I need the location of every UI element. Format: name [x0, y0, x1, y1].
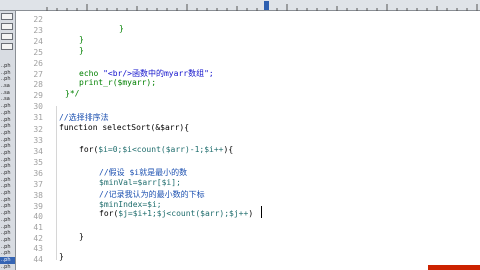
code-token: for( [79, 145, 99, 154]
line-number: 27 [33, 70, 43, 79]
sidebar-file-item[interactable]: ..ph [0, 203, 15, 210]
sidebar-button[interactable] [1, 43, 13, 50]
sidebar-button[interactable] [1, 13, 13, 20]
code-line: for($i=0;$i<count($arr)-1;$i++){ [79, 145, 233, 154]
code-token: $i=0;$i<count($arr)-1;$i++ [98, 145, 224, 154]
line-number: 43 [33, 244, 43, 253]
code-comment: //记录我认为的最小数的下标 [99, 190, 205, 199]
sidebar-file-item[interactable]: ..sa [0, 83, 15, 90]
line-number: 41 [33, 223, 43, 232]
sidebar-file-item[interactable]: ..ph [0, 230, 15, 237]
sidebar-file-item[interactable]: ..ph [0, 224, 15, 231]
sidebar-file-item[interactable]: ..ph [0, 177, 15, 184]
sidebar-file-item[interactable]: ..ph [0, 256, 15, 264]
line-number: 29 [33, 91, 43, 100]
sidebar-file-item[interactable]: ..ph [0, 170, 15, 177]
code-line: } [79, 46, 84, 55]
code-line: $minIndex=$i; [99, 200, 162, 209]
sidebar-file-item[interactable]: ..ph [0, 150, 15, 157]
line-number: 28 [33, 80, 43, 89]
code-line: } [79, 35, 84, 44]
line-number: 35 [33, 158, 43, 167]
sidebar-file-item[interactable]: ..ph [0, 237, 15, 244]
line-number: 26 [33, 59, 43, 68]
sidebar-file-item[interactable]: ..ph [0, 217, 15, 224]
code-token: echo [79, 69, 104, 78]
sidebar-file-item[interactable]: ..ph [0, 183, 15, 190]
code-line: } [59, 252, 64, 261]
code-line: } [119, 24, 124, 33]
code-token: ) [248, 209, 254, 218]
line-number: 40 [33, 212, 43, 221]
text-cursor [261, 206, 262, 218]
code-line: } [79, 232, 84, 241]
subtitle-bar [428, 265, 480, 270]
code-line: function selectSort(&$arr){ [59, 123, 190, 132]
sidebar-file-item[interactable]: ..ph [0, 157, 15, 164]
sidebar-file-item[interactable]: ..ph [0, 244, 15, 251]
code-token: ){ [223, 145, 234, 154]
ruler [0, 0, 480, 11]
sidebar-file-item[interactable]: ..ph [0, 76, 15, 83]
sidebar-file-item[interactable]: ..ph [0, 70, 15, 77]
sidebar-file-item[interactable]: ..ph [0, 143, 15, 150]
code-line: print_r($myarr); [79, 78, 157, 87]
line-number: 32 [33, 125, 43, 134]
sidebar-file-item[interactable]: ..ph [0, 210, 15, 217]
sidebar-file-item[interactable]: ..ph [0, 117, 15, 124]
sidebar-file-item[interactable]: ..ph [0, 137, 15, 144]
code-comment: //选择排序法 [59, 113, 109, 122]
line-number: 31 [33, 113, 43, 122]
code-line: for($j=$i+1;$j<count($arr);$j++) [99, 209, 253, 218]
code-editor[interactable]: } } } echo "<br/>函数中的myarr数组"; print_r($… [46, 11, 480, 270]
sidebar-button[interactable] [1, 23, 13, 30]
line-number: 36 [33, 169, 43, 178]
line-number-gutter: 22 23 24 25 26 27 28 29 30 31 32 33 34 35 36 37 38 39 40 41… [16, 11, 57, 270]
sidebar-file-item[interactable]: ..ph [0, 123, 15, 130]
sidebar-file-item[interactable]: ..ph [0, 250, 15, 257]
line-number: 38 [33, 191, 43, 200]
code-line: $minVal=$arr[$i]; [99, 178, 181, 187]
sidebar-button[interactable] [1, 33, 13, 40]
line-number: 30 [33, 102, 43, 111]
line-number: 33 [33, 136, 43, 145]
line-number: 42 [33, 234, 43, 243]
sidebar-file-item[interactable]: ..ph [0, 197, 15, 204]
line-number: 23 [33, 26, 43, 35]
sidebar-file-item[interactable]: ..sa [0, 90, 15, 97]
ruler-cursor-marker[interactable] [264, 1, 269, 10]
line-number: 34 [33, 147, 43, 156]
sidebar-file-item[interactable]: ..ph [0, 110, 15, 117]
file-list[interactable]: ..ph ..ph ..ph ..sa ..sa ..sa ..ph ..ph ..ph ..ph… [0, 63, 15, 270]
code-comment: //假设 $i就是最小的数 [99, 168, 188, 177]
line-number: 25 [33, 48, 43, 57]
code-line: }*/ [65, 89, 80, 98]
sidebar-file-item[interactable]: ..ph [0, 264, 15, 270]
code-token: "<br/>函数中的myarr数组"; [103, 69, 214, 78]
sidebar-file-item[interactable]: ..ph [0, 190, 15, 197]
line-number: 44 [33, 255, 43, 264]
line-number: 39 [33, 202, 43, 211]
sidebar-file-item[interactable]: ..ph [0, 63, 15, 70]
sidebar-file-item[interactable]: ..ph [0, 163, 15, 170]
sidebar-file-item[interactable]: ..sa [0, 96, 15, 103]
sidebar-file-item[interactable]: ..ph [0, 130, 15, 137]
sidebar-file-item[interactable]: ..ph [0, 103, 15, 110]
ruler-ticks [46, 1, 478, 11]
file-sidebar[interactable]: ..ph ..ph ..ph ..sa ..sa ..sa ..ph ..ph ..ph ..ph… [0, 11, 16, 270]
code-token: for( [99, 209, 119, 218]
line-number: 24 [33, 37, 43, 46]
line-number: 37 [33, 180, 43, 189]
line-number: 22 [33, 15, 43, 24]
code-token: $j=$i+1;$j<count($arr);$j++ [118, 209, 249, 218]
